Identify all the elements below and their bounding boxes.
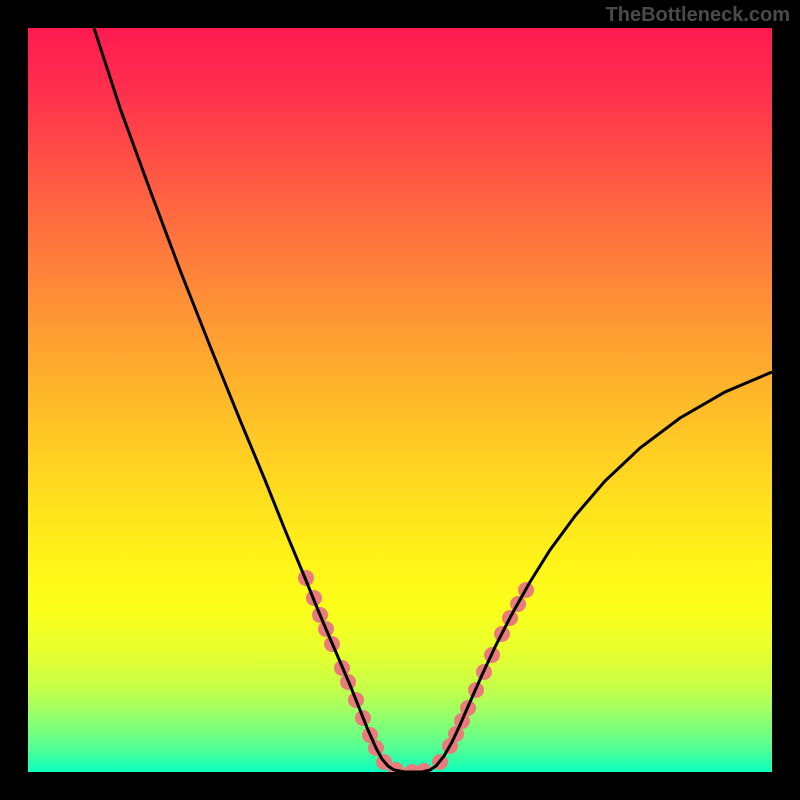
bottleneck-curve <box>94 28 772 772</box>
watermark-text: TheBottleneck.com <box>606 4 790 27</box>
data-dots-group <box>298 570 534 780</box>
curve-layer <box>0 0 800 800</box>
bottleneck-chart: TheBottleneck.com <box>0 0 800 800</box>
